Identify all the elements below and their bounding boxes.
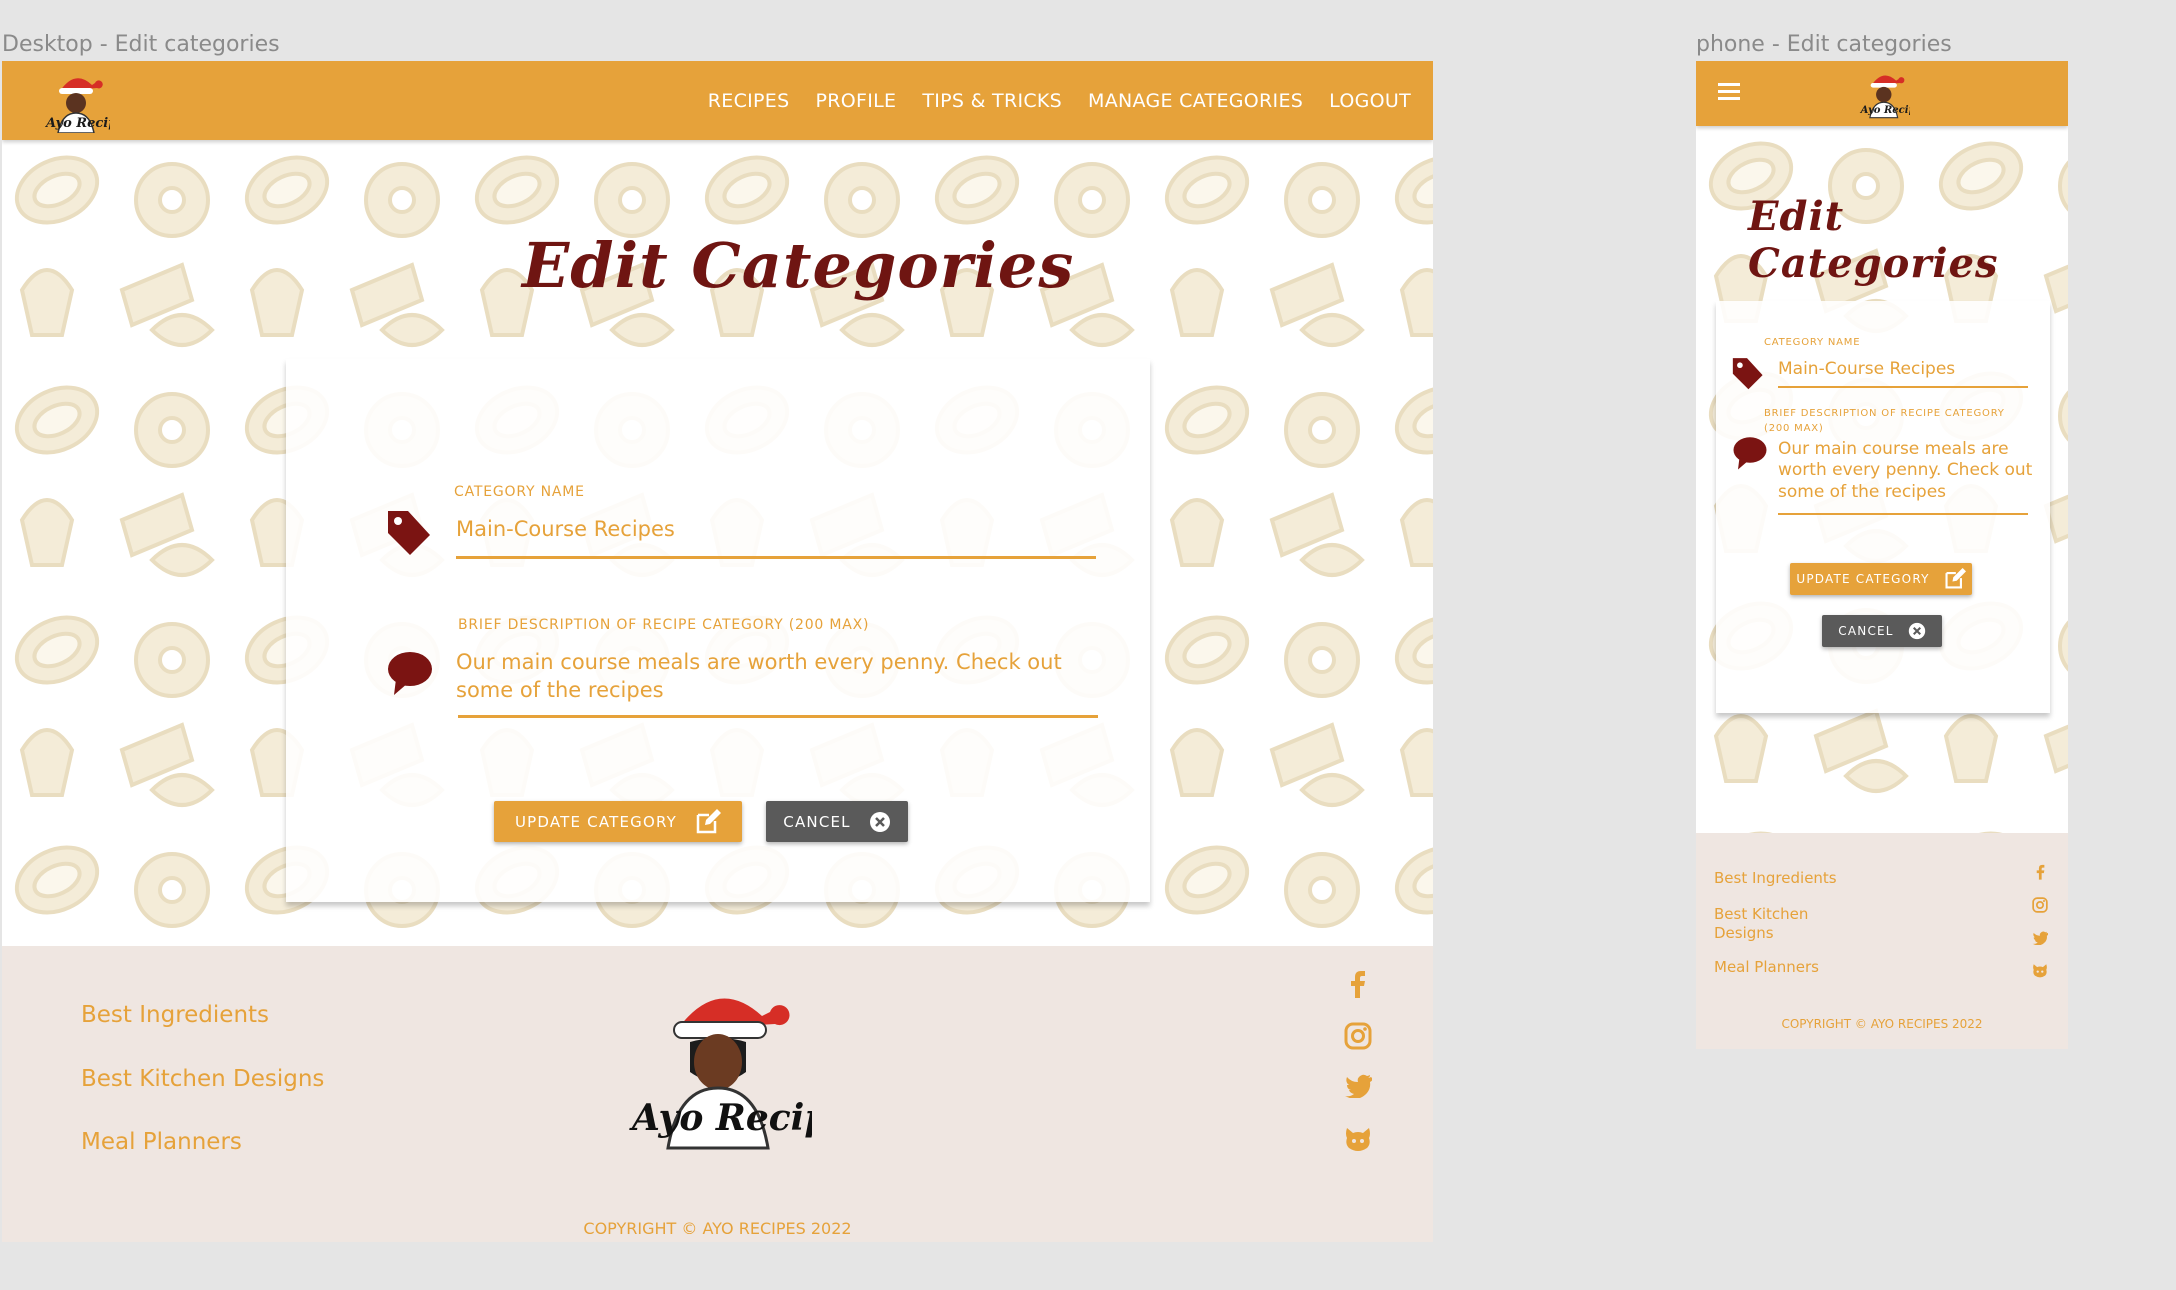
tag-icon	[388, 511, 430, 555]
instagram-icon[interactable]	[1344, 1022, 1372, 1050]
phone-frame-label: phone - Edit categories	[1696, 32, 1952, 57]
footer-copyright: COPYRIGHT © AYO RECIPES 2022	[583, 1219, 852, 1238]
phone-update-category-label: UPDATE CATEGORY	[1796, 572, 1930, 586]
svg-text:Ayo Recipes: Ayo Recipes	[1860, 105, 1910, 116]
description-underline	[458, 715, 1098, 718]
edit-category-card: CATEGORY NAME Main-Course Recipes BRIEF …	[286, 359, 1150, 902]
top-navbar: Ayo Recipes RECIPES PROFILE TIPS & TRICK…	[2, 61, 1433, 140]
hamburger-menu-icon[interactable]	[1718, 81, 1742, 103]
phone-page-title: Edit Categories	[1748, 193, 1999, 287]
facebook-icon[interactable]	[2034, 863, 2046, 881]
desktop-frame-label: Desktop - Edit categories	[2, 32, 280, 57]
page-title: Edit Categories	[522, 229, 1075, 302]
instagram-icon[interactable]	[2032, 897, 2048, 913]
footer-logo: Ayo Recipes	[622, 980, 873, 1150]
desktop-frame: Ayo Recipes RECIPES PROFILE TIPS & TRICK…	[2, 61, 1433, 1242]
update-category-button[interactable]: UPDATE CATEGORY	[494, 801, 742, 842]
phone-footer-copyright: COPYRIGHT © AYO RECIPES 2022	[1781, 1017, 1983, 1031]
category-name-input[interactable]: Main-Course Recipes	[456, 515, 1086, 543]
phone-cancel-label: CANCEL	[1838, 624, 1894, 638]
close-circle-icon	[869, 811, 890, 832]
phone-footer-link-best-kitchen-designs[interactable]: Best Kitchen Designs	[1714, 905, 1844, 943]
nav-menu: RECIPES PROFILE TIPS & TRICKS MANAGE CAT…	[708, 61, 1411, 140]
chef-logo-icon: Ayo Recipes	[1860, 75, 1928, 119]
speech-bubble-icon	[1733, 437, 1767, 470]
nav-tips-tricks[interactable]: TIPS & TRICKS	[922, 90, 1062, 112]
phone-update-category-button[interactable]: UPDATE CATEGORY	[1790, 563, 1972, 595]
footer-link-best-ingredients[interactable]: Best Ingredients	[81, 1002, 269, 1028]
close-circle-icon	[1908, 622, 1925, 640]
desktop-footer: Best Ingredients Best Kitchen Designs Me…	[2, 946, 1433, 1242]
phone-description-label: BRIEF DESCRIPTION OF RECIPE CATEGORY (20…	[1764, 408, 2005, 434]
nav-manage-categories[interactable]: MANAGE CATEGORIES	[1088, 90, 1303, 112]
phone-footer-link-best-ingredients[interactable]: Best Ingredients	[1714, 869, 1837, 887]
chef-logo-icon: Ayo Recipes	[44, 78, 134, 134]
cancel-label: CANCEL	[783, 812, 851, 831]
edit-icon	[1945, 568, 1966, 589]
nav-logout[interactable]: LOGOUT	[1329, 90, 1411, 112]
nav-recipes[interactable]: RECIPES	[708, 90, 790, 112]
speech-bubble-icon	[388, 652, 432, 695]
category-name-label: CATEGORY NAME	[454, 484, 585, 500]
nav-profile[interactable]: PROFILE	[815, 90, 896, 112]
phone-edit-category-card: CATEGORY NAME Main-Course Recipes BRIEF …	[1716, 301, 2050, 713]
phone-footer: Best Ingredients Best Kitchen Designs Me…	[1696, 833, 2068, 1049]
github-icon[interactable]	[1344, 1126, 1372, 1152]
description-label: BRIEF DESCRIPTION OF RECIPE CATEGORY (20…	[458, 617, 870, 633]
site-logo[interactable]: Ayo Recipes	[40, 69, 134, 134]
phone-description-input[interactable]: Our main course meals are worth every pe…	[1778, 439, 2036, 503]
phone-frame: Ayo Recipes Edit Categories CATEGORY NAM…	[1696, 61, 2068, 1049]
update-category-label: UPDATE CATEGORY	[514, 812, 678, 831]
phone-site-logo[interactable]: Ayo Recipes	[1856, 65, 1928, 121]
tag-icon	[1732, 358, 1763, 390]
phone-description-underline	[1778, 513, 2028, 515]
github-icon[interactable]	[2032, 963, 2048, 978]
phone-cancel-button[interactable]: CANCEL	[1822, 615, 1942, 647]
edit-icon	[696, 808, 722, 833]
category-name-underline	[456, 556, 1096, 559]
phone-top-navbar: Ayo Recipes	[1696, 61, 2068, 126]
chef-logo-icon: Ayo Recipes	[629, 998, 873, 1150]
phone-category-name-label: CATEGORY NAME	[1764, 337, 1861, 348]
svg-text:Ayo Recipes: Ayo Recipes	[629, 1097, 812, 1139]
facebook-icon[interactable]	[1346, 970, 1368, 998]
phone-footer-link-meal-planners[interactable]: Meal Planners	[1714, 958, 1819, 976]
footer-link-best-kitchen-designs[interactable]: Best Kitchen Designs	[81, 1066, 324, 1092]
twitter-icon[interactable]	[1344, 1074, 1372, 1098]
twitter-icon[interactable]	[2032, 931, 2048, 945]
phone-category-name-input[interactable]: Main-Course Recipes	[1778, 358, 2038, 381]
cancel-button[interactable]: CANCEL	[766, 801, 908, 842]
svg-text:Ayo Recipes: Ayo Recipes	[44, 116, 110, 131]
footer-link-meal-planners[interactable]: Meal Planners	[81, 1129, 242, 1155]
description-input[interactable]: Our main course meals are worth every pe…	[456, 648, 1066, 705]
phone-category-name-underline	[1778, 386, 2028, 388]
